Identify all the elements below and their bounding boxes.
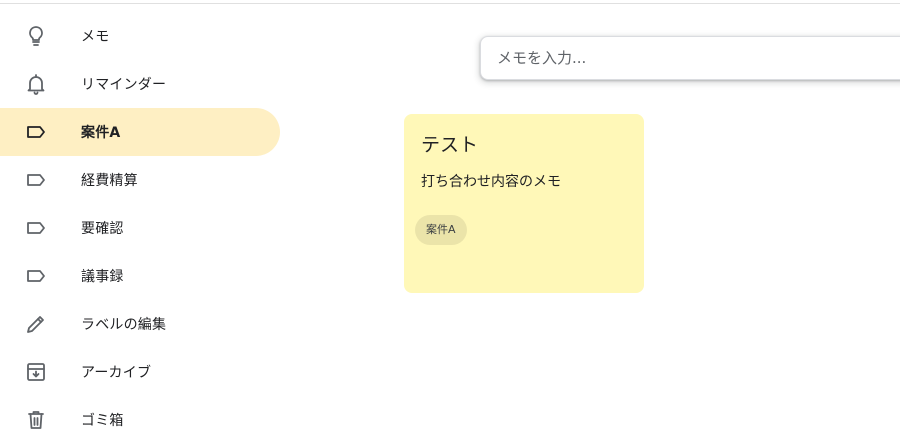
note-title: テスト — [421, 134, 479, 156]
sidebar-item-label: 案件A — [81, 125, 121, 141]
sidebar-item-label: 要確認 — [81, 221, 124, 237]
archive-icon — [24, 360, 48, 384]
sidebar-item-notes[interactable]: メモ — [0, 12, 280, 60]
sidebar-item-label-anken-a[interactable]: 案件A — [0, 108, 280, 156]
sidebar-item-trash[interactable]: ゴミ箱 — [0, 396, 280, 444]
top-divider — [0, 0, 900, 4]
label-icon — [24, 264, 48, 288]
pencil-icon — [24, 312, 48, 336]
sidebar-item-label: メモ — [81, 29, 110, 45]
sidebar-item-label: リマインダー — [81, 77, 167, 93]
sidebar: メモ リマインダー 案件A 経費精算 要確認 議事録 ラベルの編集 アーカイブ … — [0, 12, 280, 444]
sidebar-item-label: 経費精算 — [81, 173, 138, 189]
label-icon — [24, 120, 48, 144]
note-label-chip[interactable]: 案件A — [415, 215, 467, 245]
lightbulb-icon — [24, 24, 48, 48]
sidebar-item-label-keihi[interactable]: 経費精算 — [0, 156, 280, 204]
label-icon — [24, 168, 48, 192]
sidebar-item-label: アーカイブ — [81, 365, 152, 381]
sidebar-item-label: ラベルの編集 — [81, 317, 167, 333]
note-body: 打ち合わせ内容のメモ — [421, 174, 561, 190]
sidebar-item-label-gijiroku[interactable]: 議事録 — [0, 252, 280, 300]
sidebar-item-label-yokakunin[interactable]: 要確認 — [0, 204, 280, 252]
label-icon — [24, 216, 48, 240]
trash-icon — [24, 408, 48, 432]
sidebar-item-label: 議事録 — [81, 269, 124, 285]
note-card[interactable]: テスト 打ち合わせ内容のメモ 案件A — [404, 114, 644, 293]
sidebar-item-archive[interactable]: アーカイブ — [0, 348, 280, 396]
sidebar-item-label: ゴミ箱 — [81, 413, 124, 429]
take-a-note-input[interactable] — [481, 37, 893, 79]
sidebar-item-edit-labels[interactable]: ラベルの編集 — [0, 300, 280, 348]
take-a-note-box[interactable] — [480, 36, 900, 80]
bell-icon — [24, 72, 48, 96]
sidebar-item-reminders[interactable]: リマインダー — [0, 60, 280, 108]
